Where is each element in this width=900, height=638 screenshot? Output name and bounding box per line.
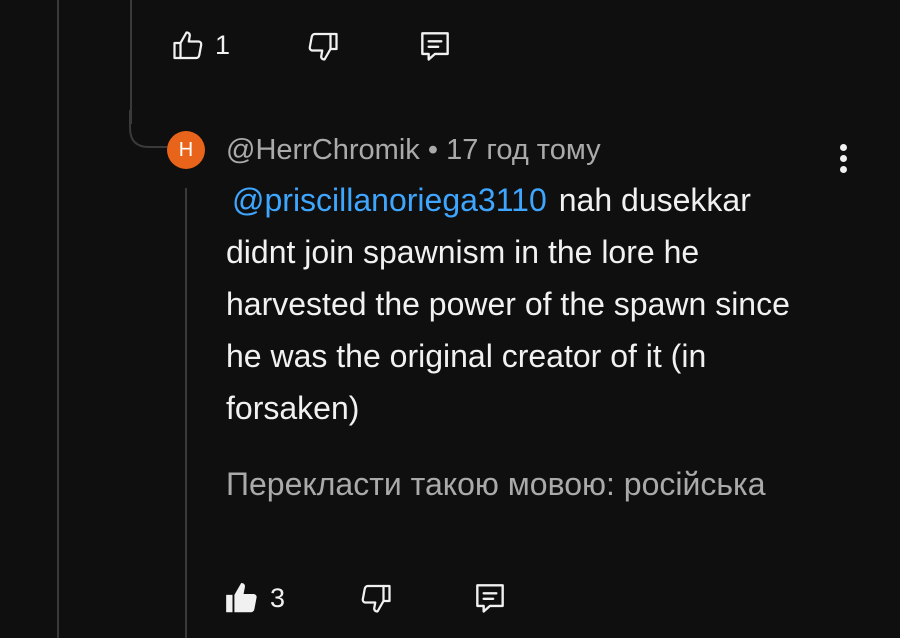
meta-separator: •: [427, 134, 439, 166]
translate-link[interactable]: Перекласти такою мовою: російська: [226, 466, 766, 503]
thumb-up-icon: [226, 582, 257, 613]
thread-line-reply: [185, 188, 187, 638]
like-button[interactable]: [220, 576, 264, 620]
comment-icon: [476, 584, 504, 613]
more-vertical-icon-dot-3: [839, 165, 847, 173]
dislike-button[interactable]: [354, 576, 398, 620]
thumb-down-icon: [308, 32, 338, 61]
comment-text: nah dusekkar didnt join spawnism in the …: [226, 182, 790, 426]
reply-button[interactable]: [468, 576, 512, 620]
comment-icon: [421, 32, 449, 61]
more-vertical-icon-dot-2: [839, 154, 847, 162]
thread-line-parent: [130, 0, 132, 124]
thread-line-curve: [129, 110, 167, 148]
parent-like-count: 1: [215, 30, 231, 60]
parent-reply-button[interactable]: [413, 24, 457, 68]
thumb-down-icon: [361, 584, 391, 613]
more-options-button[interactable]: [828, 138, 858, 178]
comment-time[interactable]: 17 год тому: [446, 134, 601, 166]
author-handle[interactable]: @HerrChromik: [226, 134, 420, 166]
avatar[interactable]: H: [167, 131, 205, 169]
parent-dislike-button[interactable]: [301, 24, 345, 68]
comment-meta: @HerrChromik • 17 год тому: [226, 134, 601, 167]
mention-link[interactable]: @priscillanoriega3110: [232, 182, 547, 218]
parent-like-button[interactable]: [166, 24, 210, 68]
more-vertical-icon-dot-1: [839, 143, 847, 151]
comment-body: @priscillanoriega3110 nah dusekkar didnt …: [226, 174, 826, 434]
thumb-up-icon: [173, 31, 203, 60]
like-count: 3: [270, 583, 286, 613]
thread-line-outer: [57, 0, 59, 638]
avatar-letter: H: [178, 138, 194, 161]
